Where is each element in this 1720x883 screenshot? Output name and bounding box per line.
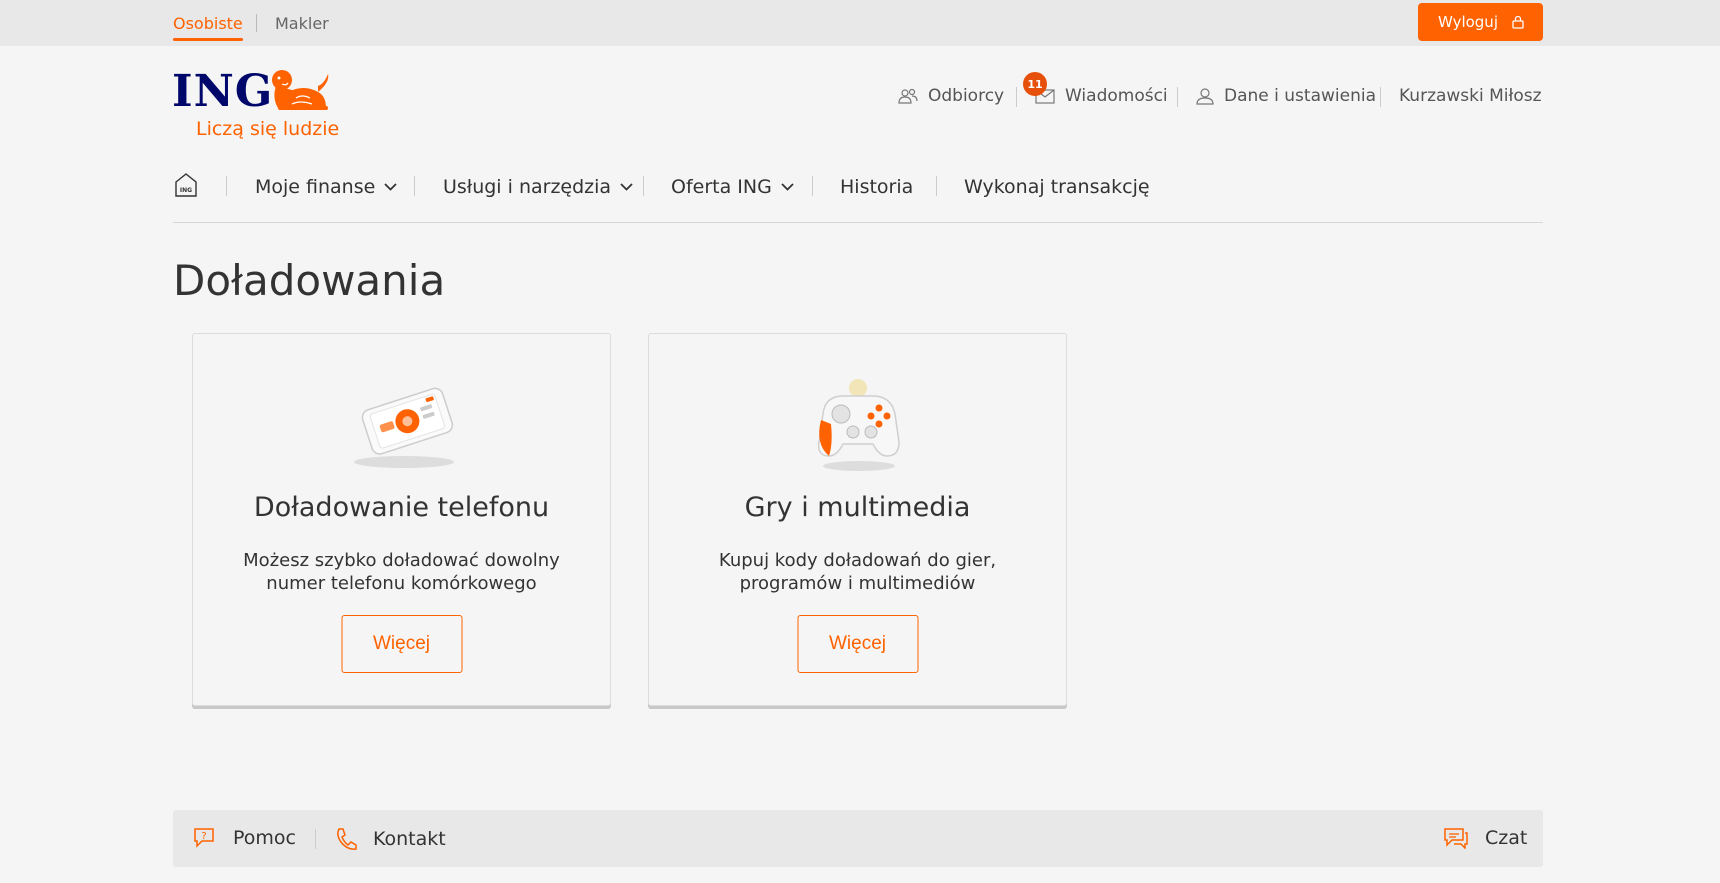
nav-label: Wykonaj transakcję <box>964 176 1150 198</box>
user-name-link[interactable]: Kurzawski Miłosz <box>1399 86 1542 106</box>
home-icon-text: ING <box>180 187 192 194</box>
card-description: Kupuj kody doładowań do gier, programów … <box>718 550 997 594</box>
chat-icon <box>1444 828 1468 849</box>
card-title: Gry i multimedia <box>744 492 971 523</box>
contact-label: Kontakt <box>373 828 446 850</box>
nav-divider <box>414 176 415 196</box>
messages-label: Wiadomości <box>1065 86 1168 106</box>
chevron-down-icon <box>620 183 633 191</box>
contact-link[interactable]: Kontakt <box>335 827 446 851</box>
messages-link[interactable]: Wiadomości <box>1035 86 1168 106</box>
footer-bar: ? Pomoc Kontakt Czat <box>173 810 1543 867</box>
page-title: Doładowania <box>173 256 446 305</box>
games-more-button[interactable]: Więcej <box>797 615 918 673</box>
recipients-label: Odbiorcy <box>928 86 1005 106</box>
help-label: Pomoc <box>233 827 296 849</box>
nav-divider-line <box>173 222 1543 223</box>
help-link[interactable]: ? Pomoc <box>193 827 296 849</box>
card-description: Możesz szybko doładować dowolny numer te… <box>243 550 560 594</box>
tab-divider <box>256 14 257 32</box>
chevron-down-icon <box>384 183 397 191</box>
nav-label: Historia <box>840 176 914 198</box>
nav-wykonaj-transakcje[interactable]: Wykonaj transakcję <box>964 176 1150 198</box>
lion-icon <box>268 68 332 116</box>
nav-label: Usługi i narzędzia <box>443 176 612 198</box>
util-divider <box>1380 87 1381 107</box>
footer-divider <box>315 829 316 849</box>
messages-badge: 11 <box>1023 72 1047 96</box>
top-bar: Osobiste Makler Wyloguj <box>0 0 1720 46</box>
settings-label: Dane i ustawienia <box>1224 86 1376 106</box>
logout-button[interactable]: Wyloguj <box>1418 3 1543 41</box>
nav-uslugi-i-narzedzia[interactable]: Usługi i narzędzia <box>443 176 633 198</box>
ing-logo[interactable]: ING Liczą się ludzie <box>172 66 342 146</box>
nav-divider <box>812 176 813 196</box>
util-divider <box>1016 87 1017 107</box>
phone-topup-more-button[interactable]: Więcej <box>341 615 462 673</box>
smartphone-icon <box>332 374 472 478</box>
chat-label: Czat <box>1485 827 1528 849</box>
card-title: Doładowanie telefonu <box>253 492 550 523</box>
logo-wordmark: ING <box>172 66 274 117</box>
phone-icon <box>337 828 357 850</box>
nav-label: Oferta ING <box>671 176 772 198</box>
tab-makler[interactable]: Makler <box>275 14 329 33</box>
card-phone-topup: Doładowanie telefonu Możesz szybko doład… <box>192 333 611 706</box>
logo-tagline: Liczą się ludzie <box>196 118 340 140</box>
user-name: Kurzawski Miłosz <box>1399 86 1542 106</box>
logout-label: Wyloguj <box>1438 13 1498 31</box>
card-games-multimedia: Gry i multimedia Kupuj kody doładowań do… <box>648 333 1067 706</box>
chevron-down-icon <box>781 183 794 191</box>
nav-divider <box>936 176 937 196</box>
lock-icon <box>1512 15 1524 33</box>
settings-link[interactable]: Dane i ustawienia <box>1196 86 1376 106</box>
nav-divider <box>643 176 644 196</box>
home-icon[interactable]: ING <box>174 172 198 202</box>
help-chat-icon: ? <box>194 828 214 848</box>
nav-label: Moje finanse <box>255 176 376 198</box>
user-icon <box>1196 88 1214 105</box>
recipients-icon <box>898 88 918 104</box>
chat-link[interactable]: Czat <box>1443 827 1527 849</box>
gamepad-icon <box>803 374 913 478</box>
nav-oferta-ing[interactable]: Oferta ING <box>671 176 794 198</box>
util-divider <box>1177 87 1178 107</box>
svg-text:?: ? <box>201 831 206 842</box>
recipients-link[interactable]: Odbiorcy <box>898 86 1004 106</box>
nav-moje-finanse[interactable]: Moje finanse <box>255 176 397 198</box>
tab-osobiste[interactable]: Osobiste <box>173 14 243 41</box>
nav-divider <box>226 176 227 196</box>
nav-historia[interactable]: Historia <box>840 176 913 198</box>
